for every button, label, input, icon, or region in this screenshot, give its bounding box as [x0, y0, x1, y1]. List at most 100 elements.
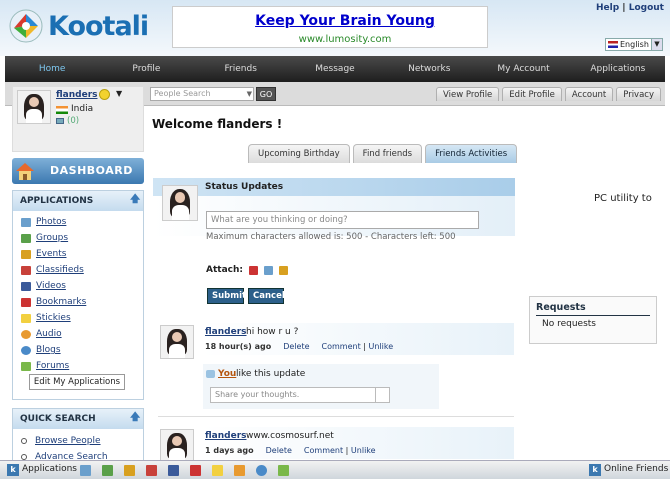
post-avatar[interactable] [160, 429, 194, 463]
app-stickies-link[interactable]: Stickies [36, 313, 71, 323]
collapse-arrow-icon[interactable]: 🡅 [130, 195, 140, 206]
trophy-icon[interactable] [124, 465, 135, 476]
language-select[interactable]: English ▼ [605, 38, 663, 51]
app-stickies[interactable]: Stickies [21, 310, 143, 326]
tab-friends-activities[interactable]: Friends Activities [425, 144, 518, 163]
app-forums[interactable]: Forums [21, 358, 143, 374]
bullet-icon [21, 438, 27, 444]
dashboard-button[interactable]: DASHBOARD [12, 158, 144, 184]
trophy-icon[interactable] [278, 265, 288, 275]
divider [158, 416, 514, 417]
calendar-icon[interactable] [146, 465, 157, 476]
photos-icon[interactable] [80, 465, 91, 476]
bookmark-icon [21, 297, 31, 307]
app-events[interactable]: Events [21, 246, 143, 262]
post-author-link[interactable]: flanders [205, 327, 247, 337]
mail-icon[interactable] [56, 118, 64, 124]
search-go-button[interactable]: GO [256, 87, 276, 101]
post-unlike-link[interactable]: Unlike [351, 446, 376, 455]
app-bookmarks[interactable]: Bookmarks [21, 294, 143, 310]
tab-upcoming-birthday[interactable]: Upcoming Birthday [248, 144, 350, 163]
tab-find-friends[interactable]: Find friends [352, 144, 423, 163]
ad-url[interactable]: www.lumosity.com [203, 34, 487, 45]
tab-privacy[interactable]: Privacy [616, 87, 661, 101]
edit-my-applications-button[interactable]: Edit My Applications [29, 374, 125, 390]
logo[interactable]: Kootali [8, 6, 149, 46]
submit-button[interactable]: Submit [207, 288, 246, 304]
app-forums-link[interactable]: Forums [36, 361, 69, 371]
mood-smiley-icon[interactable] [99, 89, 110, 100]
people-search-placeholder: People Search [154, 89, 211, 98]
app-audio-link[interactable]: Audio [36, 329, 62, 339]
nav-message[interactable]: Message [288, 56, 382, 82]
app-blogs[interactable]: Blogs [21, 342, 143, 358]
status-input[interactable]: What are you thinking or doing? [206, 211, 479, 229]
kootali-k-icon[interactable]: k [589, 464, 601, 476]
bookmark-icon[interactable] [190, 465, 201, 476]
app-classifieds[interactable]: Classifieds [21, 262, 143, 278]
groups-icon[interactable] [102, 465, 113, 476]
help-link[interactable]: Help [596, 3, 619, 13]
post-text: hi how r u ? [246, 327, 299, 337]
music-note-icon[interactable] [234, 465, 245, 476]
app-audio[interactable]: Audio [21, 326, 143, 342]
app-groups-link[interactable]: Groups [36, 233, 68, 243]
ad-title-link[interactable]: Keep Your Brain Young [203, 13, 487, 29]
app-videos-link[interactable]: Videos [36, 281, 66, 291]
people-search-input[interactable]: People Search ▼ [150, 87, 254, 101]
blog-icon [21, 345, 31, 355]
share-thoughts-input[interactable]: Share your thoughts. [210, 387, 390, 403]
app-events-link[interactable]: Events [36, 249, 66, 259]
chevron-down-icon[interactable]: ▼ [247, 88, 252, 100]
post-unlike-link[interactable]: Unlike [369, 342, 394, 351]
mood-dropdown-icon[interactable]: ▼ [116, 89, 122, 98]
avatar[interactable] [17, 90, 51, 124]
app-bookmarks-link[interactable]: Bookmarks [36, 297, 86, 307]
ad-banner[interactable]: Keep Your Brain Young www.lumosity.com [172, 6, 488, 48]
post-avatar[interactable] [160, 325, 194, 359]
blog-icon[interactable] [256, 465, 267, 476]
tab-account[interactable]: Account [564, 87, 614, 101]
browse-people-link[interactable]: Browse People [35, 436, 101, 446]
nav-my-account[interactable]: My Account [476, 56, 570, 82]
cancel-button[interactable]: Cancel [248, 288, 285, 304]
tab-edit-profile[interactable]: Edit Profile [502, 87, 562, 101]
bottom-applications-button[interactable]: Applications [22, 464, 77, 474]
message-count[interactable]: (0) [67, 116, 79, 126]
quick-search-item[interactable]: Browse People [21, 433, 143, 449]
app-blogs-link[interactable]: Blogs [36, 345, 61, 355]
status-avatar[interactable] [162, 185, 198, 221]
nav-friends[interactable]: Friends [194, 56, 288, 82]
tab-view-profile[interactable]: View Profile [435, 87, 500, 101]
kootali-k-icon[interactable]: k [7, 464, 19, 476]
nav-applications[interactable]: Applications [571, 56, 665, 82]
app-classifieds-link[interactable]: Classifieds [36, 265, 84, 275]
post-comment-link[interactable]: Comment [304, 446, 343, 455]
profile-name-link[interactable]: flanders [56, 90, 98, 100]
photo-icon[interactable] [263, 265, 273, 275]
resize-handle-icon[interactable] [375, 388, 389, 402]
post-delete-link[interactable]: Delete [266, 446, 292, 455]
collapse-arrow-icon[interactable]: 🡅 [130, 413, 140, 424]
thumbs-up-icon [206, 370, 215, 378]
logout-link[interactable]: Logout [629, 3, 664, 13]
app-photos[interactable]: Photos [21, 214, 143, 230]
you-link[interactable]: You [218, 369, 236, 379]
bookmark-icon[interactable] [248, 265, 258, 275]
post-author-link[interactable]: flanders [205, 431, 247, 441]
post-comment-link[interactable]: Comment [322, 342, 361, 351]
video-icon[interactable] [168, 465, 179, 476]
post-time: 1 days ago [205, 446, 254, 455]
nav-networks[interactable]: Networks [382, 56, 476, 82]
app-photos-link[interactable]: Photos [36, 217, 66, 227]
app-groups[interactable]: Groups [21, 230, 143, 246]
nav-profile[interactable]: Profile [99, 56, 193, 82]
sticky-note-icon[interactable] [212, 465, 223, 476]
nav-home[interactable]: Home [5, 56, 99, 82]
online-friends-button[interactable]: Online Friends [604, 464, 668, 474]
post-delete-link[interactable]: Delete [283, 342, 309, 351]
like-box: You like this update Share your thoughts… [203, 364, 439, 409]
chevron-down-icon[interactable]: ▼ [651, 39, 662, 50]
forum-icon[interactable] [278, 465, 289, 476]
app-videos[interactable]: Videos [21, 278, 143, 294]
